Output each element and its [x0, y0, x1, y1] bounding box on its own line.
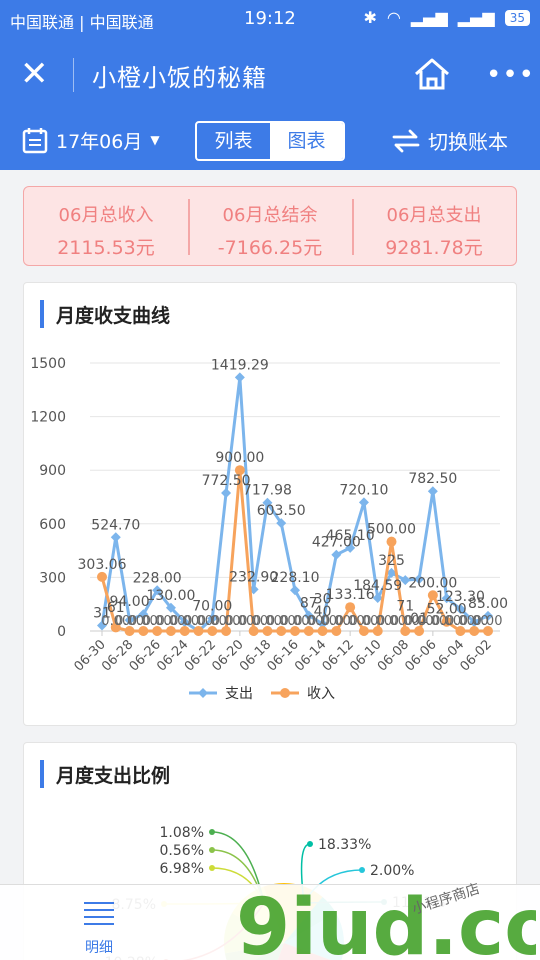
switch-book-button[interactable]: 切换账本	[392, 126, 508, 155]
expense-point	[110, 532, 121, 543]
swap-icon	[392, 129, 420, 152]
data-label: 70.00	[192, 598, 232, 614]
tab-list[interactable]: 列表	[197, 123, 270, 159]
data-label: 325	[378, 553, 405, 569]
page-title: 小橙小饭的秘籍	[92, 64, 267, 92]
y-tick-label: 900	[39, 463, 66, 479]
month-label: 17年06月	[56, 130, 143, 153]
divider	[73, 58, 74, 92]
legend-marker	[198, 688, 208, 698]
expense-point	[358, 497, 369, 508]
summary-label: 06月总结余	[222, 205, 318, 226]
data-label: 500.00	[367, 522, 416, 538]
pie-label: 18.33%	[318, 837, 371, 853]
signal-icon: ▂▄▆	[410, 8, 448, 27]
close-icon[interactable]: ✕	[20, 56, 49, 92]
data-label: 94.00	[110, 594, 150, 610]
data-label: 720.10	[339, 482, 388, 498]
summary-value: -7166.25元	[217, 237, 323, 259]
x-tick-label: 06-02	[458, 637, 495, 674]
pie-leader-dot	[359, 867, 365, 873]
home-icon[interactable]	[412, 56, 452, 92]
y-tick-label: 300	[39, 570, 66, 586]
summary-balance: 06月总结余 -7166.25元	[188, 187, 352, 265]
bluetooth-icon: ✱	[363, 8, 377, 27]
data-label: 130.00	[146, 588, 195, 604]
pie-leader-dot	[209, 847, 215, 853]
list-icon	[84, 902, 114, 925]
data-label: 782.50	[408, 471, 457, 487]
data-label: 228.10	[271, 570, 320, 586]
y-tick-label: 0	[57, 624, 66, 640]
pie-label: 0.56%	[160, 843, 204, 859]
data-label: 717.98	[243, 483, 292, 499]
card-title: 月度支出比例	[40, 759, 170, 789]
data-label: 184.59	[353, 578, 402, 594]
caret-down-icon: ▼	[150, 133, 160, 147]
wifi-icon: ◠	[386, 8, 401, 27]
battery-icon: 35	[504, 9, 530, 26]
summary-value: 9281.78元	[385, 237, 483, 259]
expense-point	[221, 487, 232, 498]
bottom-tab-bar: 明细	[0, 884, 540, 960]
income-point	[345, 602, 356, 613]
more-icon[interactable]: •••	[486, 60, 535, 90]
pie-chart-title: 月度支出比例	[56, 764, 171, 787]
legend-label: 支出	[225, 686, 253, 702]
carrier-label: 中国联通 | 中国联通	[10, 13, 154, 32]
pie-label: 6.98%	[160, 861, 204, 877]
pie-label: 2.00%	[370, 863, 414, 879]
income-point	[386, 536, 397, 547]
view-toggle: 列表 图表	[195, 121, 345, 161]
pie-leader-dot	[209, 865, 215, 871]
zero-data-label: 0.00	[474, 614, 503, 629]
toolbar: 17年06月 ▼ 列表 图表 切换账本	[0, 112, 540, 170]
line-chart: 03006009001200150006-3006-2806-2606-2406…	[30, 356, 508, 702]
title-accent	[40, 300, 44, 328]
legend-label: 收入	[307, 686, 335, 702]
data-label: 1419.29	[211, 357, 269, 373]
month-summary: 06月总收入 2115.53元 06月总结余 -7166.25元 06月总支出 …	[23, 186, 517, 266]
y-tick-label: 1200	[30, 410, 66, 426]
line-chart-card: 0 300 600 900 1200 1500 06-30 06-28 06-26 06-24 06…	[23, 282, 517, 726]
title-accent	[40, 760, 44, 788]
pie-leader-dot	[307, 841, 313, 847]
tab-detail-label: 明细	[85, 940, 113, 956]
data-label: 603.50	[257, 503, 306, 519]
expense-point	[234, 372, 245, 383]
y-tick-label: 600	[39, 517, 66, 533]
card-title: 月度收支曲线	[40, 299, 170, 329]
summary-expense: 06月总支出 9281.78元	[352, 187, 516, 265]
summary-income: 06月总收入 2115.53元	[24, 187, 188, 265]
legend-marker	[280, 688, 290, 698]
summary-label: 06月总收入	[58, 205, 154, 226]
tab-chart[interactable]: 图表	[270, 123, 343, 159]
summary-label: 06月总支出	[386, 205, 482, 226]
data-label: 524.70	[91, 517, 140, 533]
month-selector[interactable]: 17年06月 ▼	[22, 126, 160, 154]
income-point	[97, 571, 107, 582]
pie-leader-dot	[209, 829, 215, 835]
status-bar: 中国联通 | 中国联通 19:12 ✱ ◠ ▂▄▆ ▂▄▆ 35	[0, 0, 540, 38]
title-bar: ✕ 小橙小饭的秘籍 •••	[0, 38, 540, 112]
expense-point	[331, 549, 342, 560]
data-label: 228.00	[133, 570, 182, 586]
signal-icon-2: ▂▄▆	[457, 8, 495, 27]
y-tick-label: 1500	[30, 356, 66, 372]
calendar-icon	[22, 128, 48, 154]
data-label: 900.00	[215, 450, 264, 466]
data-label: 85.00	[468, 596, 508, 612]
line-chart-title: 月度收支曲线	[56, 304, 171, 327]
tab-detail[interactable]: 明细	[82, 899, 116, 957]
pie-label: 1.08%	[160, 825, 204, 841]
summary-value: 2115.53元	[57, 237, 155, 259]
data-label: 303.06	[78, 557, 127, 573]
expense-point	[427, 486, 438, 497]
clock: 19:12	[244, 8, 296, 29]
switch-book-label: 切换账本	[428, 130, 508, 154]
status-icons: ✱ ◠ ▂▄▆ ▂▄▆ 35	[363, 8, 530, 27]
